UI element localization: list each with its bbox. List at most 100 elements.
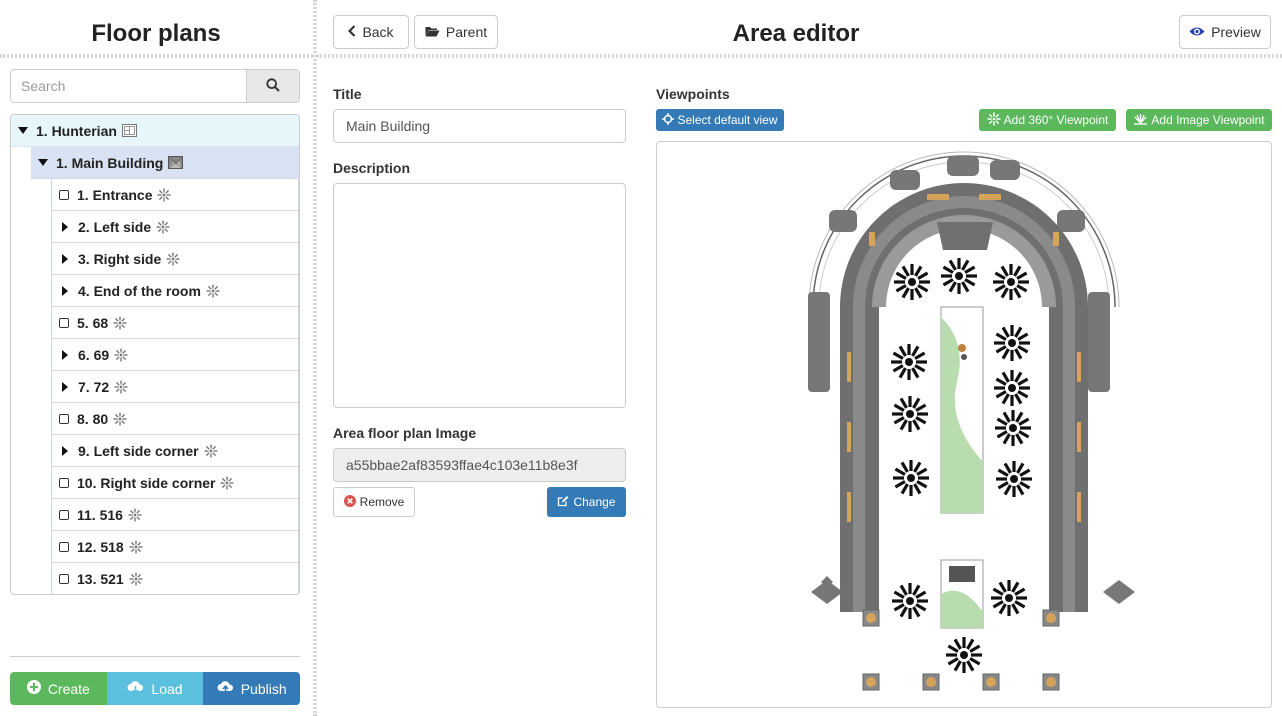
tree-node-viewpoint[interactable]: 5. 68 <box>51 307 299 339</box>
title-label: Title <box>333 86 362 102</box>
tree-node-main-building[interactable]: 1. Main Building <box>31 147 299 179</box>
tree-node-viewpoint[interactable]: 4. End of the room <box>51 275 299 307</box>
viewpoint-marker[interactable] <box>892 583 928 619</box>
plan-actions: Create Load Publish <box>10 672 301 705</box>
tree-node-viewpoint[interactable]: 2. Left side <box>51 211 299 243</box>
remove-circle-icon <box>343 494 356 510</box>
tree-node-viewpoint[interactable]: 1. Entrance <box>51 179 299 211</box>
add-image-label: Add Image Viewpoint <box>1151 113 1265 127</box>
publish-button[interactable]: Publish <box>203 672 301 705</box>
viewpoint-marker[interactable] <box>991 580 1027 616</box>
tree-node-label: 5. 68 <box>77 314 109 331</box>
viewpoint-360-icon <box>128 508 142 522</box>
tree-node-label: 9. Left side corner <box>78 442 199 459</box>
viewpoint-360-icon <box>157 188 171 202</box>
create-button[interactable]: Create <box>10 672 107 705</box>
viewpoint-marker[interactable] <box>993 264 1029 300</box>
create-label: Create <box>47 680 90 697</box>
tree-node-viewpoint[interactable]: 11. 516 <box>51 499 299 531</box>
change-button[interactable]: Change <box>547 487 626 517</box>
leaf-node-icon <box>59 413 69 424</box>
expand-caret-icon[interactable] <box>62 221 68 232</box>
title-input[interactable] <box>333 109 626 143</box>
leaf-node-icon <box>59 541 69 552</box>
viewpoint-360-icon <box>156 220 170 234</box>
expand-caret-icon[interactable] <box>62 253 68 264</box>
tree-node-viewpoint[interactable]: 3. Right side <box>51 243 299 275</box>
viewpoint-360-icon <box>129 540 143 554</box>
cloud-upload-icon <box>217 680 234 697</box>
load-button[interactable]: Load <box>106 672 204 705</box>
expand-caret-icon[interactable] <box>18 127 28 134</box>
tree-node-label: 6. 69 <box>78 346 110 363</box>
search-group <box>10 69 300 103</box>
expand-caret-icon[interactable] <box>62 445 68 456</box>
tree-node-label: 7. 72 <box>78 378 110 395</box>
header-divider <box>317 54 1282 58</box>
floor-plan-canvas[interactable] <box>656 141 1272 708</box>
viewpoints-label: Viewpoints <box>656 86 730 102</box>
preview-label: Preview <box>1211 24 1261 40</box>
select-default-view-label: Select default view <box>677 113 778 127</box>
viewpoint-360-icon <box>204 444 218 458</box>
preview-button[interactable]: Preview <box>1179 15 1271 49</box>
viewpoint-360-icon <box>114 348 128 362</box>
image-viewpoint-icon <box>1133 112 1148 128</box>
remove-label: Remove <box>359 495 405 509</box>
tree-node-viewpoint[interactable]: 13. 521 <box>51 563 299 594</box>
add-image-viewpoint-button[interactable]: Add Image Viewpoint <box>1126 109 1272 131</box>
viewpoint-360-icon <box>113 316 127 330</box>
floorplan-icon <box>121 124 137 137</box>
image-label: Area floor plan Image <box>333 425 477 441</box>
description-textarea[interactable] <box>333 183 626 408</box>
remove-button[interactable]: Remove <box>333 487 415 517</box>
leaf-node-icon <box>59 189 69 200</box>
tree-node-label: 10. Right side corner <box>77 474 216 491</box>
viewpoint-marker[interactable] <box>995 410 1031 446</box>
viewpoint-marker[interactable] <box>994 370 1030 406</box>
image-icon <box>168 156 184 169</box>
viewpoint-360-icon <box>987 112 1001 129</box>
panel-divider <box>313 0 317 716</box>
viewpoint-marker[interactable] <box>891 344 927 380</box>
viewpoint-marker[interactable] <box>996 461 1032 497</box>
publish-label: Publish <box>240 680 287 697</box>
tree-node-viewpoint[interactable]: 9. Left side corner <box>51 435 299 467</box>
select-default-view-button[interactable]: Select default view <box>656 109 784 131</box>
viewpoint-360-icon <box>166 252 180 266</box>
tree-node-viewpoint[interactable]: 10. Right side corner <box>51 467 299 499</box>
tree-node-viewpoint[interactable]: 8. 80 <box>51 403 299 435</box>
search-input[interactable] <box>11 70 246 102</box>
leaf-node-icon <box>59 317 69 328</box>
add-360-label: Add 360° Viewpoint <box>1003 113 1109 127</box>
viewpoint-marker[interactable] <box>994 325 1030 361</box>
expand-caret-icon[interactable] <box>62 349 68 360</box>
leaf-node-icon <box>59 509 69 520</box>
floor-plan-tree: 1. Hunterian 1. Main Building 1. Entranc… <box>10 114 300 595</box>
tree-node-viewpoint[interactable]: 12. 518 <box>51 531 299 563</box>
expand-caret-icon[interactable] <box>62 381 68 392</box>
viewpoint-marker[interactable] <box>892 396 928 432</box>
tree-node-label: 8. 80 <box>77 410 109 427</box>
tree-node-label: 11. 516 <box>77 506 123 523</box>
viewpoint-marker[interactable] <box>894 264 930 300</box>
viewpoint-marker[interactable] <box>946 637 982 673</box>
tree-node-label: 1. Main Building <box>56 154 164 171</box>
expand-caret-icon[interactable] <box>62 285 68 296</box>
viewpoint-360-icon <box>220 476 234 490</box>
tree-node-viewpoint[interactable]: 7. 72 <box>51 371 299 403</box>
tree-node-viewpoint[interactable]: 6. 69 <box>51 339 299 371</box>
add-360-viewpoint-button[interactable]: Add 360° Viewpoint <box>979 109 1116 131</box>
viewpoint-marker[interactable] <box>941 258 977 294</box>
header-divider <box>0 54 313 58</box>
tree-node-hunterian[interactable]: 1. Hunterian <box>11 115 299 147</box>
floor-plan-image <box>808 151 1135 691</box>
tree-node-label: 1. Entrance <box>77 186 153 203</box>
search-button[interactable] <box>246 70 299 102</box>
floor-plans-title: Floor plans <box>91 20 221 47</box>
leaf-node-icon <box>59 573 69 584</box>
expand-caret-icon[interactable] <box>38 159 48 166</box>
divider <box>10 656 300 657</box>
viewpoint-marker[interactable] <box>893 460 929 496</box>
crosshair-icon <box>662 112 675 128</box>
